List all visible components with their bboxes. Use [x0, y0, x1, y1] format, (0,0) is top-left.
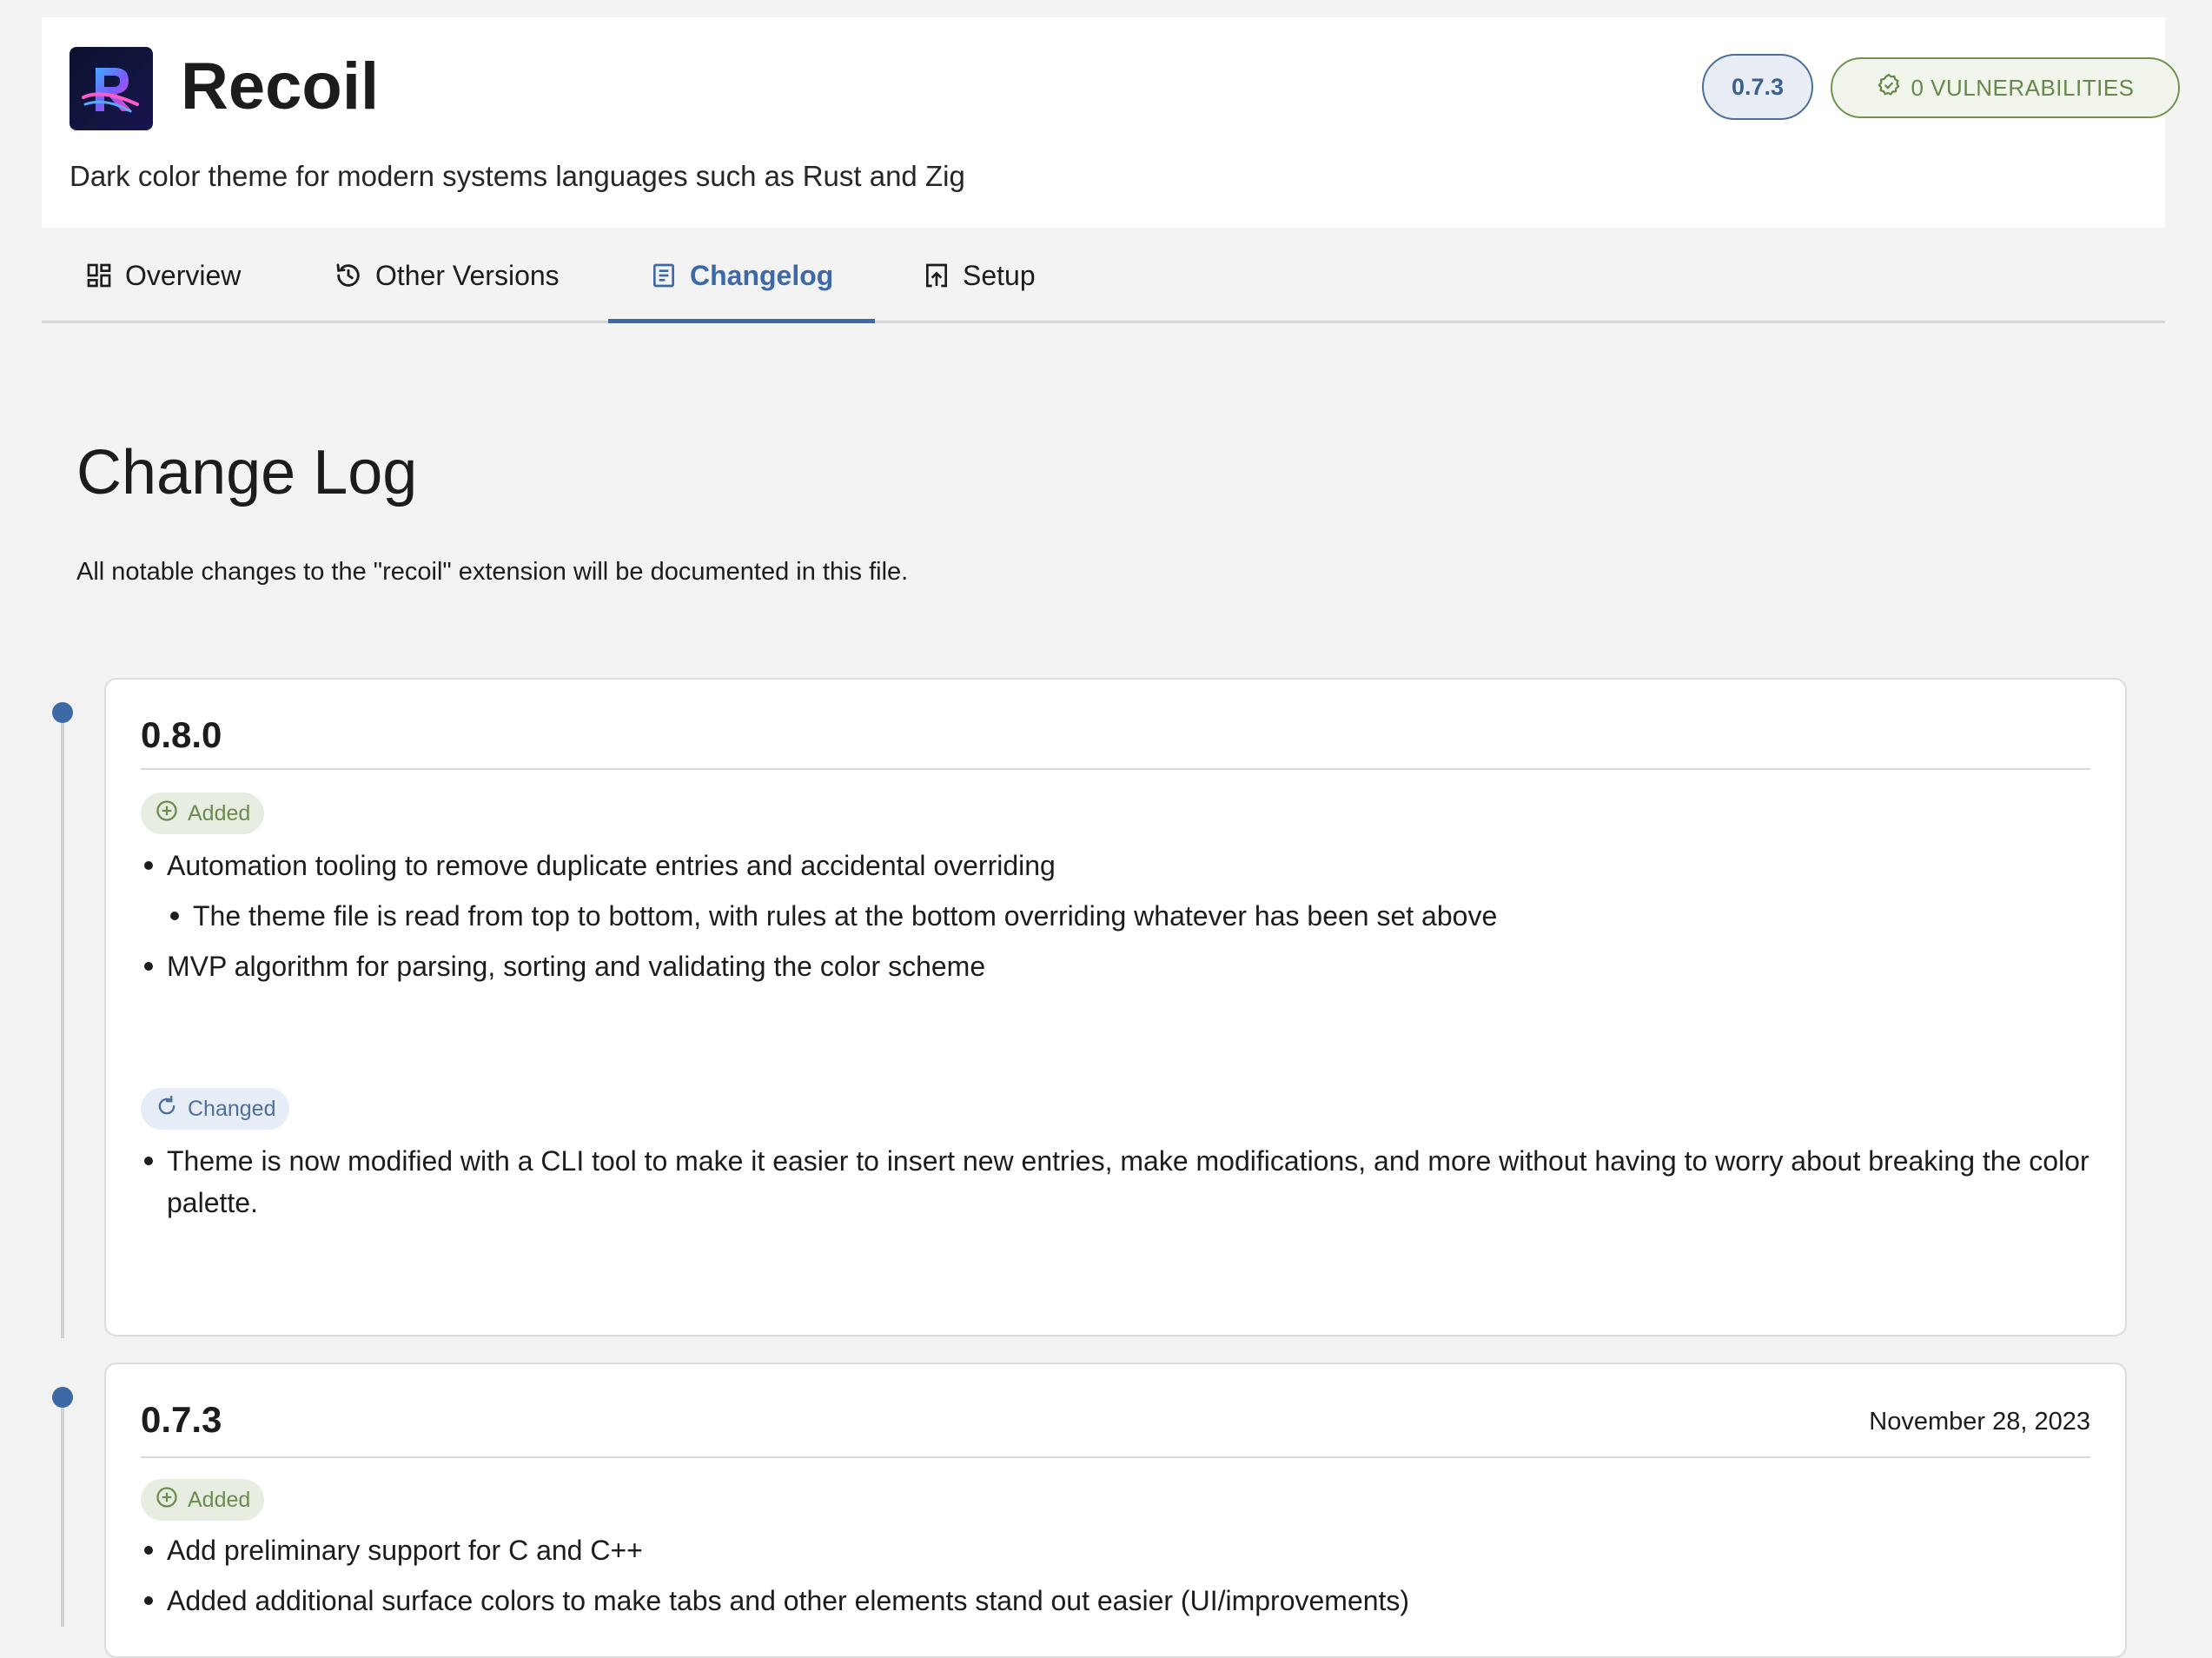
- changed-list: Theme is now modified with a CLI tool to…: [141, 1140, 2090, 1232]
- upload-box-icon: [923, 262, 950, 289]
- tab-bar: Overview Other Versions Changelog Setup: [42, 228, 2165, 323]
- tab-changelog[interactable]: Changelog: [608, 228, 876, 323]
- history-icon: [334, 261, 363, 290]
- changed-badge: Changed: [141, 1088, 290, 1130]
- changelog-intro: All notable changes to the "recoil" exte…: [76, 558, 909, 586]
- added-badge-label: Added: [188, 800, 251, 826]
- entry-version: 0.8.0: [141, 714, 222, 755]
- entry-divider: [141, 1456, 2090, 1458]
- tab-other-versions[interactable]: Other Versions: [334, 228, 560, 323]
- added-list: Add preliminary support for C and C++ Ad…: [141, 1529, 2090, 1630]
- extension-header: Recoil Dark color theme for modern syste…: [42, 17, 2180, 228]
- list-item: The theme file is read from top to botto…: [141, 895, 2090, 937]
- app-description: Dark color theme for modern systems lang…: [70, 160, 965, 192]
- version-badge-label: 0.7.3: [1731, 73, 1785, 100]
- app-title: Recoil: [181, 50, 380, 123]
- vulnerabilities-badge[interactable]: 0 VULNERABILITIES: [1831, 57, 2180, 118]
- refresh-icon: [155, 1094, 179, 1124]
- plus-circle-icon: [155, 1485, 179, 1515]
- added-list: Automation tooling to remove duplicate e…: [141, 845, 2090, 996]
- changed-badge-label: Changed: [188, 1096, 276, 1121]
- added-badge-label: Added: [188, 1487, 251, 1512]
- entry-divider: [141, 768, 2090, 770]
- recoil-logo: [70, 47, 153, 130]
- changelog-entry: 0.7.3 November 28, 2023 Added Add prelim…: [104, 1363, 2127, 1658]
- timeline-line: [61, 721, 64, 1338]
- grid-icon: [85, 262, 113, 289]
- list-item: Automation tooling to remove duplicate e…: [141, 845, 2090, 886]
- version-badge[interactable]: 0.7.3: [1702, 54, 1813, 120]
- timeline-line: [61, 1406, 64, 1627]
- list-item: Added additional surface colors to make …: [141, 1580, 2090, 1622]
- changelog-entry: 0.8.0 Added Automation tooling to remove…: [104, 678, 2127, 1336]
- entry-version: 0.7.3: [141, 1399, 222, 1440]
- plus-circle-icon: [155, 799, 179, 829]
- vulnerabilities-label: 0 VULNERABILITIES: [1911, 74, 2135, 101]
- document-icon: [650, 261, 678, 290]
- added-badge: Added: [141, 1479, 265, 1521]
- list-item: Add preliminary support for C and C++: [141, 1529, 2090, 1571]
- tab-setup-label: Setup: [963, 259, 1036, 291]
- entry-date: November 28, 2023: [1869, 1408, 2090, 1436]
- shield-check-icon: [1876, 72, 1902, 104]
- tab-changelog-label: Changelog: [690, 259, 834, 291]
- added-badge: Added: [141, 793, 265, 834]
- list-item: Theme is now modified with a CLI tool to…: [141, 1140, 2090, 1224]
- tab-other-versions-label: Other Versions: [375, 259, 560, 291]
- active-tab-indicator: [608, 319, 876, 323]
- tab-overview[interactable]: Overview: [85, 228, 241, 323]
- tab-overview-label: Overview: [125, 259, 242, 291]
- changelog-title: Change Log: [76, 438, 418, 507]
- timeline-dot: [52, 702, 73, 723]
- timeline-dot: [52, 1387, 73, 1408]
- tab-setup[interactable]: Setup: [923, 228, 1036, 323]
- list-item: MVP algorithm for parsing, sorting and v…: [141, 945, 2090, 987]
